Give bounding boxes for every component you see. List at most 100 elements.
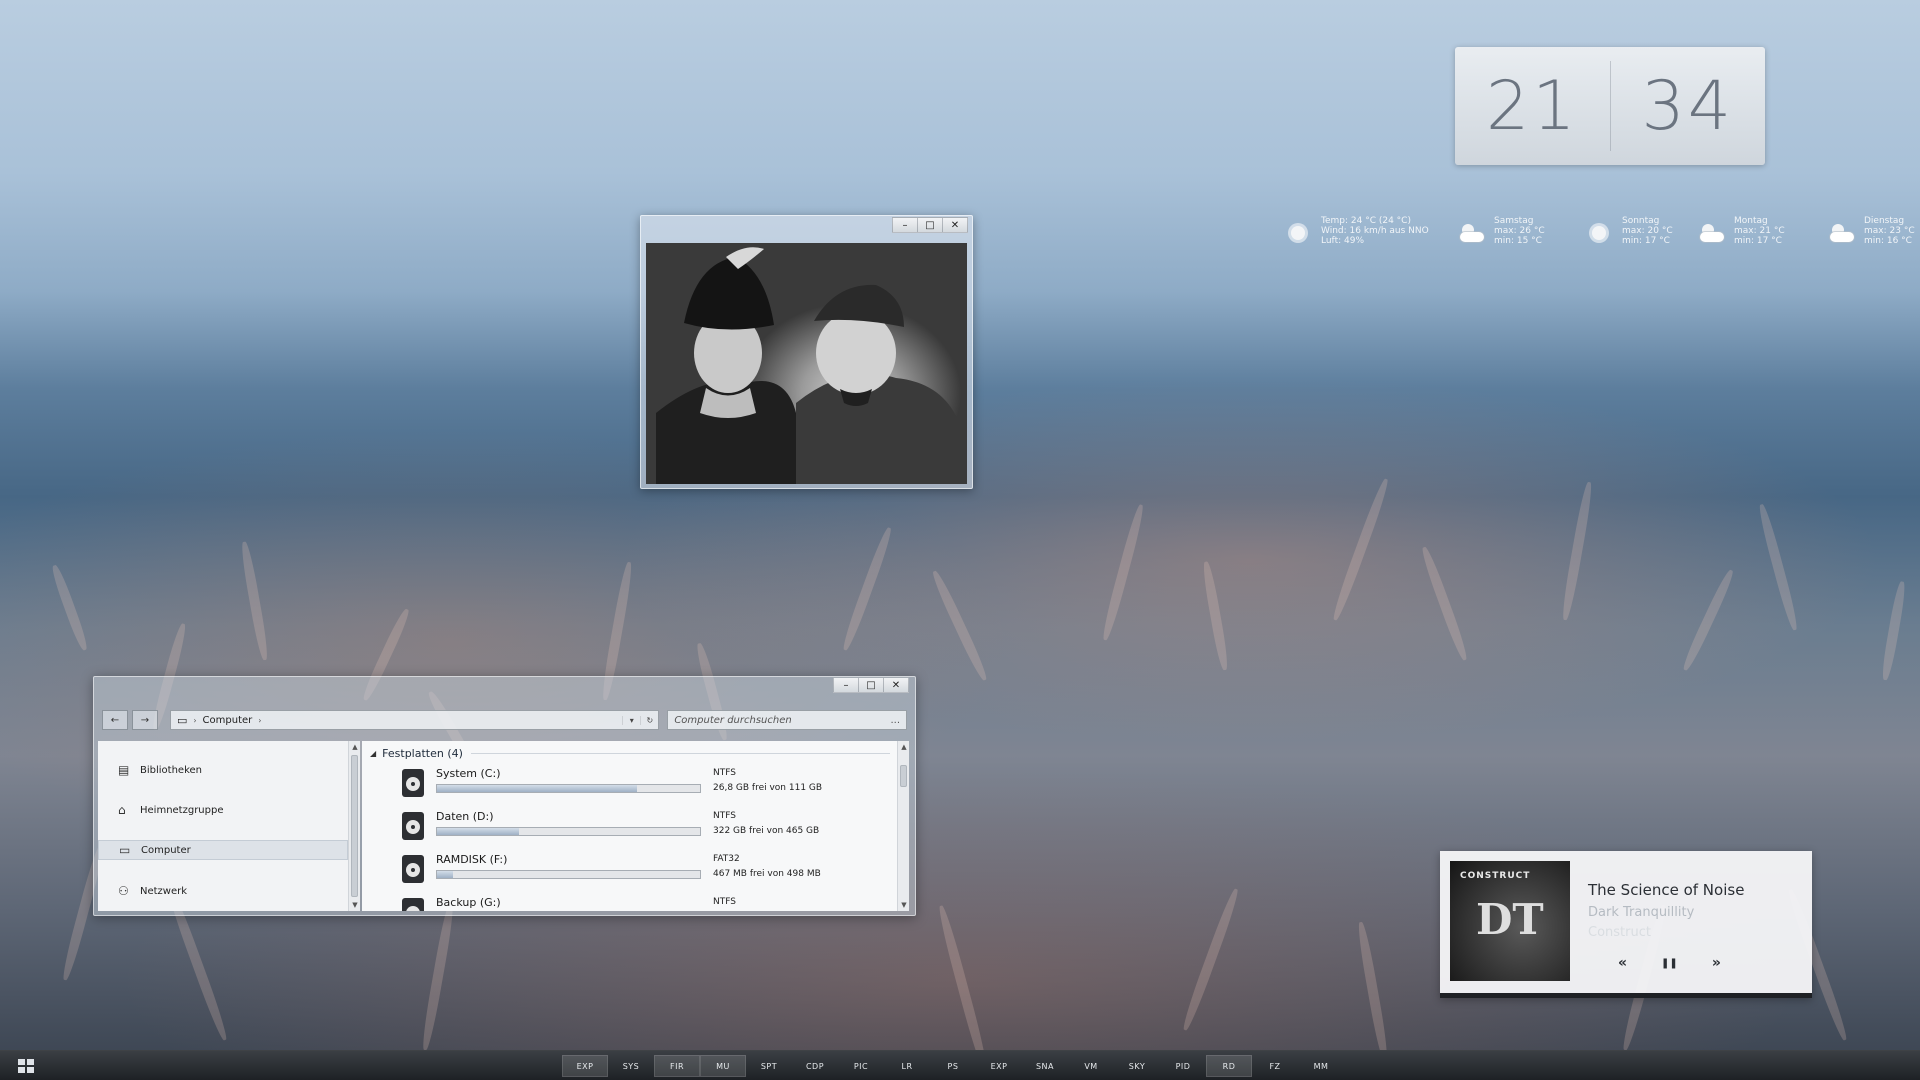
taskbar-item[interactable]: FIR (654, 1055, 700, 1077)
taskbar-item[interactable]: FZ (1252, 1055, 1298, 1077)
forward-button[interactable]: → (131, 710, 158, 730)
address-bar[interactable]: ▭ › Computer › ▾ ↻ (169, 710, 660, 730)
drive-item[interactable]: RAMDISK (F:) FAT32 467 MB frei von 498 M… (402, 853, 892, 893)
start-button[interactable] (18, 1059, 34, 1073)
window-controls: – □ ✕ (833, 677, 909, 693)
drive-item[interactable]: System (C:) NTFS 26,8 GB frei von 111 GB (402, 767, 892, 807)
cover-logo-text: DT (1476, 895, 1544, 944)
drive-name: Daten (D:) (436, 810, 494, 823)
drive-free-space: 26,8 GB frei von 111 GB (713, 783, 823, 793)
playback-controls: « ❚❚ » (1618, 955, 1721, 973)
photo-viewer-window[interactable]: – □ ✕ (640, 215, 973, 489)
taskbar-item[interactable]: SKY (1114, 1055, 1160, 1077)
weather-day: Sonntag (1622, 216, 1660, 226)
computer-small-icon: ▭ (176, 713, 188, 727)
sun-icon (1285, 220, 1311, 246)
scroll-thumb[interactable] (351, 755, 358, 897)
taskbar-item[interactable]: PID (1160, 1055, 1206, 1077)
content-scrollbar[interactable]: ▲ ▼ (897, 741, 909, 911)
taskbar-item[interactable]: SPT (746, 1055, 792, 1077)
weather-day: Samstag (1494, 216, 1534, 226)
drive-filesystem: NTFS (713, 897, 736, 907)
taskbar-item[interactable]: PS (930, 1055, 976, 1077)
next-track-button[interactable]: » (1712, 955, 1721, 973)
sun-icon (1586, 220, 1612, 246)
group-header-drives[interactable]: ◢ Festplatten (4) (370, 747, 890, 760)
taskbar-item[interactable]: RD (1206, 1055, 1252, 1077)
breadcrumb-computer[interactable]: Computer (203, 715, 253, 726)
previous-track-button[interactable]: « (1618, 955, 1627, 973)
partly-cloudy-icon (1458, 220, 1484, 246)
taskbar-item[interactable]: PIC (838, 1055, 884, 1077)
hard-drive-icon (402, 855, 424, 883)
taskbar-item[interactable]: VM (1068, 1055, 1114, 1077)
refresh-icon[interactable]: ↻ (640, 715, 658, 725)
back-button[interactable]: ← (102, 710, 128, 730)
maximize-button[interactable]: □ (858, 677, 884, 693)
weather-widget: Temp: 24 °C (24 °C) Wind: 16 km/h aus NN… (1285, 216, 1920, 256)
clock-hours: 21 (1485, 66, 1579, 146)
maximize-button[interactable]: □ (917, 217, 943, 233)
weather-min: min: 17 °C (1734, 236, 1782, 246)
nav-item-libraries[interactable]: ▤ Bibliotheken (98, 760, 348, 780)
nav-pane-scrollbar[interactable]: ▲ ▼ (348, 741, 360, 911)
taskbar-item[interactable]: LR (884, 1055, 930, 1077)
nav-item-computer[interactable]: ▭ Computer (98, 840, 348, 860)
weather-max: max: 20 °C (1622, 226, 1673, 236)
weather-line: Wind: 16 km/h aus NNO (1321, 226, 1429, 236)
search-input[interactable]: Computer durchsuchen ... (667, 710, 908, 730)
search-options-icon[interactable]: ... (890, 715, 900, 726)
drive-name: System (C:) (436, 767, 501, 780)
address-dropdown-icon[interactable]: ▾ (622, 715, 640, 725)
hard-drive-icon (402, 812, 424, 840)
navigation-pane: ▤ Bibliotheken ⌂ Heimnetzgruppe ▭ Comput… (98, 741, 348, 911)
breadcrumb-arrow-icon: › (193, 715, 197, 725)
taskbar-item[interactable]: MM (1298, 1055, 1344, 1077)
weather-min: min: 16 °C (1864, 236, 1912, 246)
weather-day-saturday: Samstag max: 26 °C min: 15 °C (1458, 216, 1545, 246)
explorer-toolbar: ← → ▭ › Computer › ▾ ↻ Computer durchsuc… (102, 709, 908, 731)
taskbar-item[interactable]: SYS (608, 1055, 654, 1077)
nav-item-label: Computer (141, 844, 191, 856)
scroll-down-icon[interactable]: ▼ (898, 899, 910, 911)
drive-item[interactable]: Daten (D:) NTFS 322 GB frei von 465 GB (402, 810, 892, 850)
scroll-down-icon[interactable]: ▼ (349, 899, 361, 911)
taskbar-item[interactable]: SNA (1022, 1055, 1068, 1077)
drive-name: RAMDISK (F:) (436, 853, 508, 866)
taskbar-item[interactable]: CDP (792, 1055, 838, 1077)
weather-min: min: 17 °C (1622, 236, 1670, 246)
nav-item-homegroup[interactable]: ⌂ Heimnetzgruppe (98, 800, 348, 820)
group-header-label: Festplatten (4) (382, 747, 463, 760)
album-cover: CONSTRUCT DT (1450, 861, 1570, 981)
breadcrumb-arrow-icon[interactable]: › (258, 716, 261, 725)
taskbar-item[interactable]: MU (700, 1055, 746, 1077)
taskbar-item[interactable]: EXP (562, 1055, 608, 1077)
drive-name: Backup (G:) (436, 896, 501, 909)
window-controls: – □ ✕ (892, 217, 968, 233)
minimize-button[interactable]: – (833, 677, 859, 693)
explorer-window[interactable]: – □ ✕ ← → ▭ › Computer › ▾ ↻ Computer du… (93, 676, 916, 916)
taskbar: EXP SYS FIR MU SPT CDP PIC LR PS EXP SNA VM SKY PID RD… (0, 1050, 1920, 1080)
photo-image (646, 243, 967, 484)
homegroup-icon: ⌂ (118, 803, 126, 817)
close-button[interactable]: ✕ (883, 677, 909, 693)
weather-line: Luft: 49% (1321, 236, 1364, 246)
drive-item[interactable]: Backup (G:) NTFS (402, 896, 892, 911)
scroll-up-icon[interactable]: ▲ (898, 741, 910, 753)
group-header-rule (470, 753, 890, 754)
close-button[interactable]: ✕ (942, 217, 968, 233)
album-name: Construct (1588, 925, 1651, 940)
windows-logo-icon (18, 1059, 25, 1065)
collapse-triangle-icon[interactable]: ◢ (370, 749, 376, 758)
scroll-thumb[interactable] (900, 765, 907, 787)
drive-filesystem: NTFS (713, 811, 736, 821)
pause-button[interactable]: ❚❚ (1661, 955, 1678, 973)
search-placeholder: Computer durchsuchen (674, 714, 792, 726)
weather-max: max: 26 °C (1494, 226, 1545, 236)
weather-current: Temp: 24 °C (24 °C) Wind: 16 km/h aus NN… (1285, 216, 1429, 246)
scroll-up-icon[interactable]: ▲ (349, 741, 361, 753)
nav-item-network[interactable]: ⚇ Netzwerk (98, 881, 348, 901)
minimize-button[interactable]: – (892, 217, 918, 233)
weather-max: max: 21 °C (1734, 226, 1785, 236)
taskbar-item[interactable]: EXP (976, 1055, 1022, 1077)
